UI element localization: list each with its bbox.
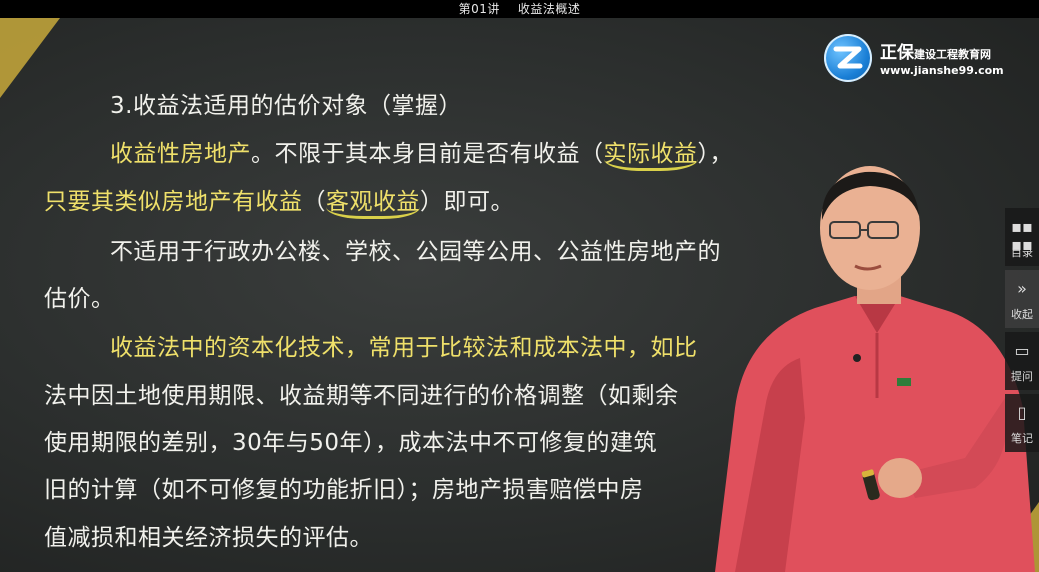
sidebar-item-catalog[interactable]: ▪▪ ▪▪ 目录	[1005, 208, 1039, 266]
paragraph-line: 旧的计算（如不可修复的功能折旧）；房地产损害赔偿中房	[44, 477, 644, 503]
paragraph-line: 收益性房地产。不限于其本身目前是否有收益（实际收益），	[110, 134, 733, 171]
chat-bubble-icon: ▭	[1014, 341, 1030, 360]
highlight-term: 客观收益	[326, 189, 420, 219]
paragraph-line: 值减损和相关经济损失的评估。	[44, 525, 373, 551]
paragraph-line: 只要其类似房地产有收益（客观收益）即可。	[44, 182, 514, 219]
paragraph-line: 法中因土地使用期限、收益期等不同进行的价格调整（如剩余	[44, 383, 679, 409]
highlight-term: 收益性房地产	[110, 141, 251, 167]
note-icon: ▯	[1017, 403, 1027, 422]
sidebar-item-ask[interactable]: ▭ 提问	[1005, 332, 1039, 390]
lecturer-image	[715, 166, 1035, 572]
section-heading: 3.收益法适用的估价对象（掌握）	[110, 93, 462, 119]
video-title-bar: 第01讲 收益法概述	[0, 0, 1039, 18]
sidebar-item-collapse[interactable]: » 收起	[1005, 270, 1039, 328]
sidebar-item-notes[interactable]: ▯ 笔记	[1005, 394, 1039, 452]
double-chevron-right-icon: »	[1017, 279, 1027, 298]
video-frame[interactable]: 正保建设工程教育网 www.jianshe99.com 3.收益法适用的估价对象…	[0, 18, 1039, 572]
lecture-title: 收益法概述	[517, 2, 581, 16]
paragraph-line: 估价。	[44, 286, 115, 312]
paragraph-line: 使用期限的差别，30年与50年），成本法中不可修复的建筑	[44, 430, 658, 456]
lecture-number: 第01讲	[458, 2, 500, 16]
highlight-term: 实际收益	[603, 141, 698, 171]
paragraph-line: 不适用于行政办公楼、学校、公园等公用、公益性房地产的	[110, 239, 721, 265]
highlight-term: 只要其类似房地产有收益	[44, 189, 303, 215]
paragraph-line-highlight: 收益法中的资本化技术，常用于比较法和成本法中，如比	[110, 335, 698, 361]
side-toolbar: ▪▪ ▪▪ 目录 » 收起 ▭ 提问 ▯ 笔记	[1005, 208, 1039, 456]
